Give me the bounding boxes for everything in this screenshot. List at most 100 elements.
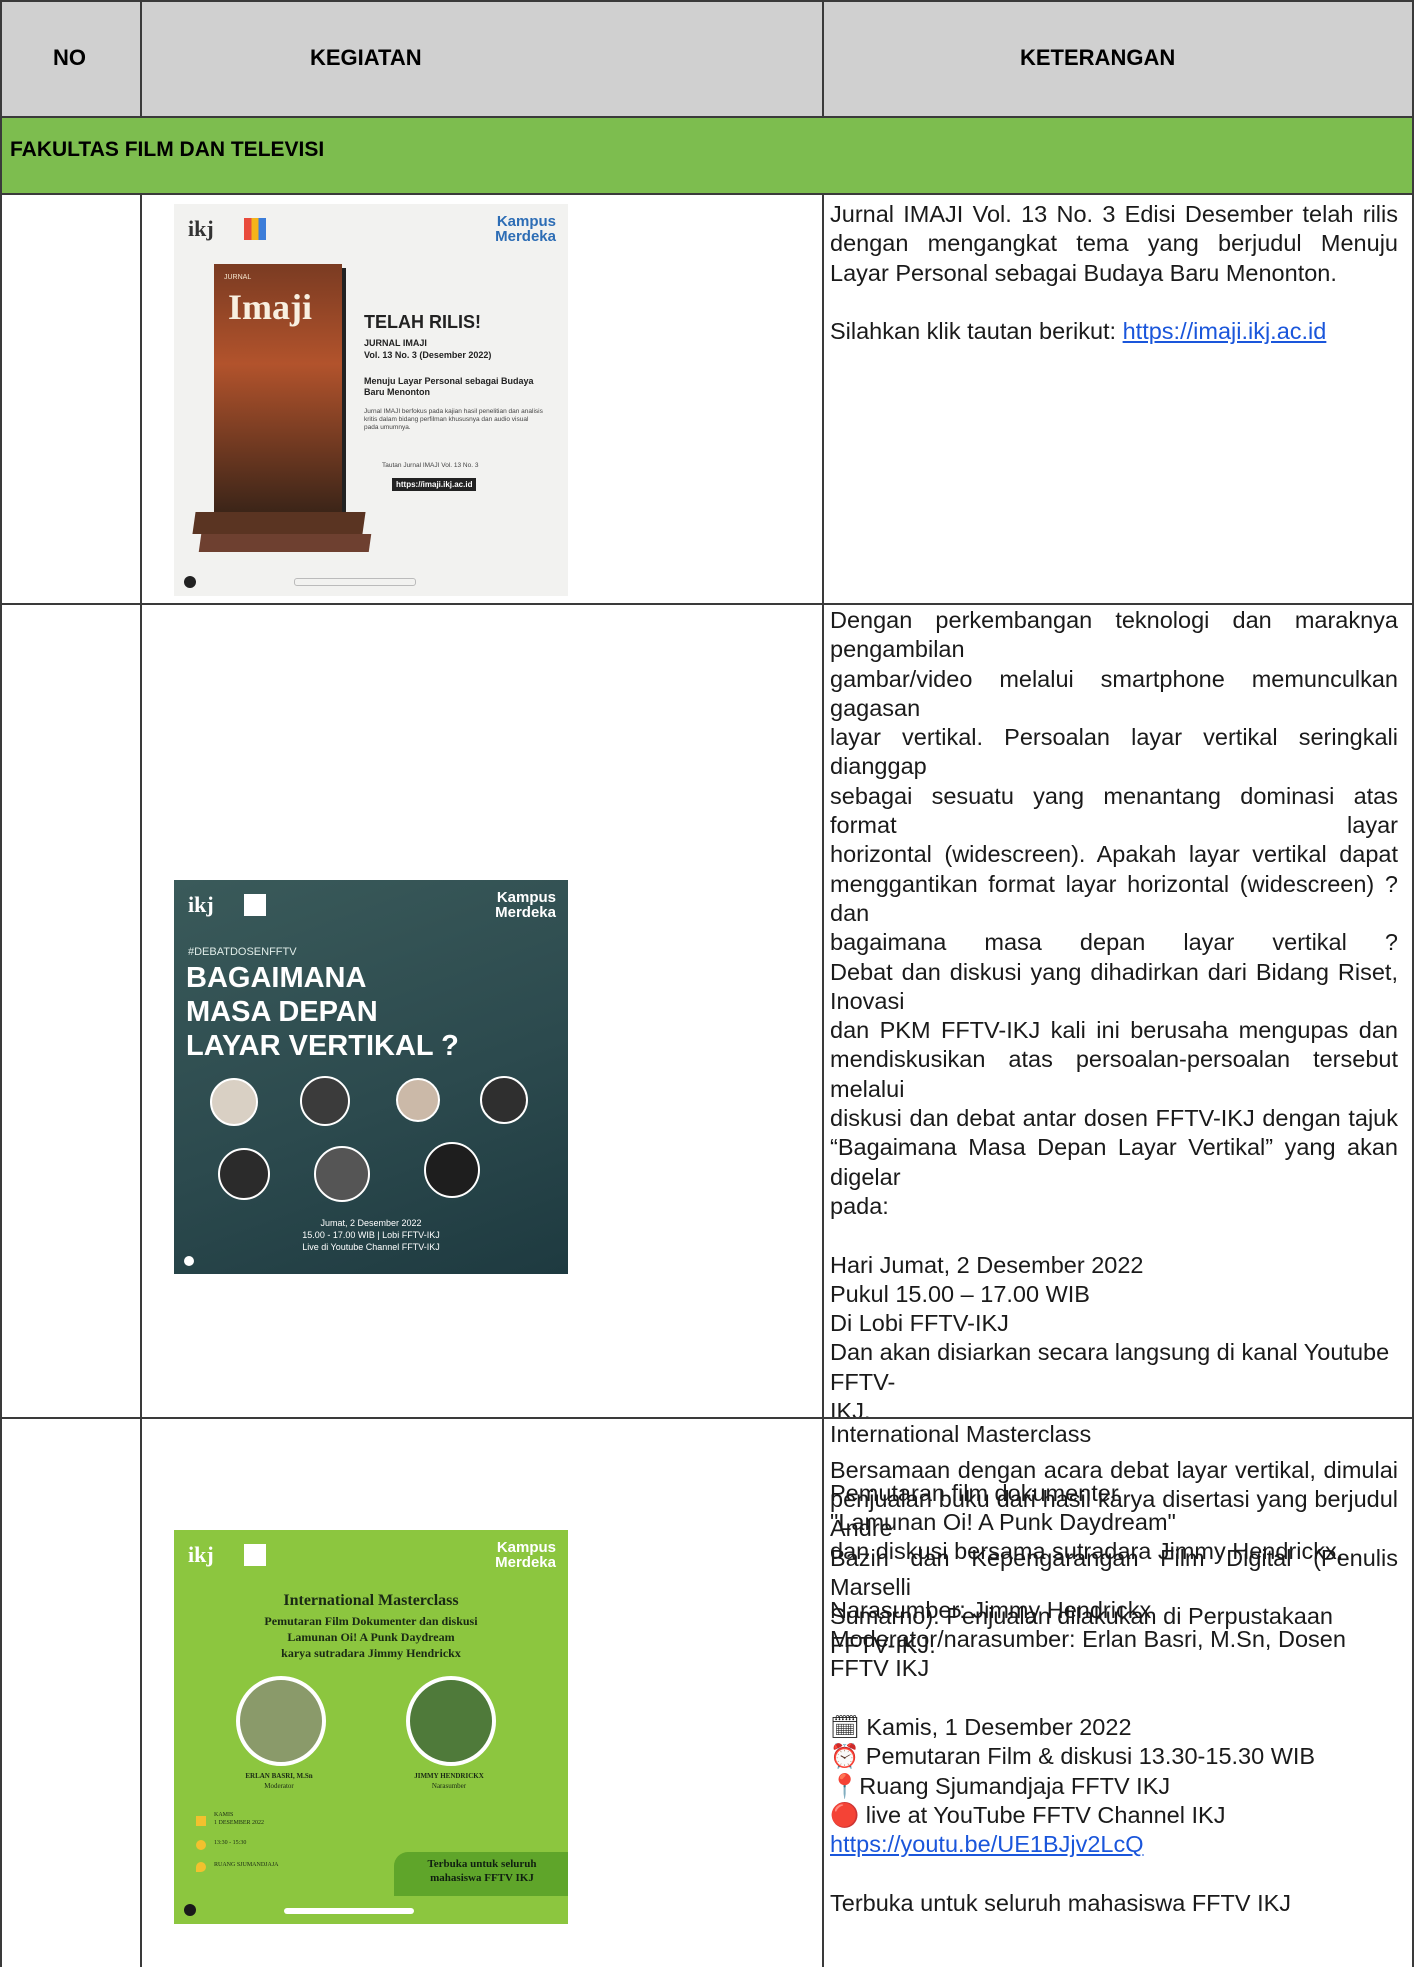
instagram-icon [184, 1904, 196, 1916]
row-divider [0, 0, 1414, 2]
poster-title-line: LAYAR VERTIKAL ? [186, 1030, 459, 1062]
badge-bottom: Merdeka [495, 1554, 556, 1571]
event-date: Jumat, 2 Desember 2022 [320, 1218, 422, 1228]
row-divider [0, 116, 1414, 118]
header-no: NO [53, 45, 86, 70]
speaker-photo [218, 1148, 270, 1200]
poster-sub: Pemutaran Film Dokumenter dan diskusi [264, 1614, 478, 1628]
journal-blurb: Jurnal IMAJI berfokus pada kajian hasil … [364, 408, 543, 431]
event-time: 15.00 - 17.00 WIB | Lobi FFTV-IKJ [302, 1230, 440, 1240]
row3-line: Narasumber: Jimmy Hendrickx [830, 1596, 1152, 1623]
event-time: 13:30 - 15:30 [214, 1840, 247, 1846]
row3-line: Pemutaran film dokumenter [830, 1479, 1119, 1506]
section-title: FAKULTAS FILM DAN TELEVISI [10, 138, 325, 161]
debat-poster: ikj Kampus Merdeka #DEBATDOSENFFTV BAGAI… [174, 880, 568, 1274]
journal-name: JURNAL IMAJI [364, 338, 427, 348]
column-divider [140, 193, 142, 1967]
event-live: Live di Youtube Channel FFTV-IKJ [302, 1242, 440, 1252]
youtube-link[interactable]: https://youtu.be/UE1BJjv2LcQ [830, 1831, 1144, 1857]
tautan-label: Tautan Jurnal IMAJI Vol. 13 No. 3 [382, 462, 479, 469]
badge-top: Kampus [496, 1539, 556, 1556]
row2-line: Dengan perkembangan teknologi dan marakn… [830, 607, 1398, 663]
column-divider [822, 193, 824, 1967]
poster-title-line: BAGAIMANA [186, 962, 367, 994]
schedule-line: Dan akan disiarkan secara langsung di ka… [830, 1339, 1390, 1395]
journal-volume: Vol. 13 No. 3 (Desember 2022) [364, 350, 492, 360]
row1-paragraph: Jurnal IMAJI Vol. 13 No. 3 Edisi Desembe… [830, 201, 1398, 286]
row3-line: ⏰ Pemutaran Film & diskusi 13.30-15.30 W… [830, 1743, 1316, 1770]
row-divider [0, 193, 1414, 195]
column-divider [0, 0, 2, 1967]
row3-description: International Masterclass Pemutaran film… [830, 1420, 1398, 1918]
header-keterangan: KETERANGAN [1020, 45, 1176, 70]
clock-icon [196, 1840, 206, 1850]
journal-small-label: JURNAL [224, 274, 252, 281]
table-header-row [0, 0, 1414, 117]
badge-top: Kampus [496, 213, 556, 230]
speaker-photo [300, 1076, 350, 1126]
speaker-photo [396, 1078, 440, 1122]
row1-link-prefix: Silahkan klik tautan berikut: [830, 318, 1123, 345]
schedule-line: Pukul 15.00 – 17.00 WIB [830, 1280, 1090, 1307]
kampus-merdeka-badge: Kampus Merdeka [495, 1540, 556, 1570]
row2-line: pada: [830, 1192, 889, 1219]
badge-bottom: Merdeka [495, 228, 556, 245]
row3-line: 📍Ruang Sjumandjaja FFTV IKJ [830, 1772, 1171, 1799]
hashtag: #DEBATDOSENFFTV [188, 946, 297, 958]
logo-mark [244, 218, 266, 240]
kampus-merdeka-badge: Kampus Merdeka [495, 890, 556, 920]
column-divider [822, 0, 824, 117]
open-line: mahasiswa FFTV IKJ [430, 1872, 534, 1884]
journal-book: JURNAL Imaji [214, 264, 342, 514]
ikj-logo: ikj [188, 892, 214, 917]
badge-top: Kampus [496, 889, 556, 906]
badge-bottom: Merdeka [495, 904, 556, 921]
event-place: RUANG SJUMANDJAJA [214, 1862, 279, 1868]
kampus-merdeka-badge: Kampus Merdeka [495, 214, 556, 244]
headline: TELAH RILIS! [364, 312, 481, 332]
instagram-icon [184, 576, 196, 588]
book-stack [198, 534, 372, 552]
row-divider [0, 603, 1414, 605]
schedule-line: Hari Jumat, 2 Desember 2022 [830, 1251, 1144, 1278]
speaker-photo [314, 1146, 370, 1202]
row2-line: layar vertikal. Persoalan layar vertikal… [830, 724, 1398, 780]
masterclass-title: International Masterclass [830, 1421, 1092, 1447]
row2-line: sebagai sesuatu yang menantang dominasi … [830, 782, 1398, 839]
speaker-photo [424, 1142, 480, 1198]
speaker-name: JIMMY HENDRICKX [414, 1772, 484, 1780]
open-line: Terbuka untuk seluruh [427, 1858, 537, 1870]
calendar-icon [196, 1816, 206, 1826]
instagram-icon [184, 1256, 194, 1266]
column-divider [140, 0, 142, 117]
row2-line: gambar/video melalui smartphone memuncul… [830, 665, 1398, 721]
imaji-link[interactable]: https://imaji.ikj.ac.id [1123, 318, 1327, 344]
poster-sub: karya sutradara Jimmy Hendrickx [281, 1646, 461, 1660]
speaker-role: Narasumber [431, 1782, 467, 1790]
row2-line: menggantikan format layar horizontal (wi… [830, 870, 1398, 926]
row2-line: bagaimana masa depan layar vertikal ? [830, 929, 1398, 956]
ikj-logo: ikj [188, 216, 214, 241]
speaker-photo [480, 1076, 528, 1124]
row3-line: 🔴 live at YouTube FFTV Channel IKJ [830, 1801, 1226, 1828]
row3-line: Moderator/narasumber: Erlan Basri, M.Sn,… [830, 1626, 1346, 1682]
speaker-photo [406, 1676, 496, 1766]
speaker-name: ERLAN BASRI, M.Sn [245, 1772, 313, 1780]
activity-table: NO KEGIATAN KETERANGAN FAKULTAS FILM DAN… [0, 0, 1414, 1967]
event-date: 1 DESEMBER 2022 [214, 1820, 265, 1826]
row3-line: "Lamunan Oi! A Punk Daydream" [830, 1508, 1176, 1535]
poster-sub: Lamunan Oi! A Punk Daydream [287, 1630, 455, 1644]
row2-line: horizontal (widescreen). Apakah layar ve… [830, 841, 1398, 868]
row2-line: mendiskusikan atas persoalan-persoalan t… [830, 1046, 1398, 1102]
row-divider [0, 1417, 1414, 1419]
logo-mark [244, 894, 266, 916]
schedule-line: Di Lobi FFTV-IKJ [830, 1310, 1009, 1337]
row1-link-line: Silahkan klik tautan berikut: https://im… [830, 317, 1398, 346]
footer-bar [294, 578, 416, 586]
row2-line: “Bagaimana Masa Depan Layar Vertikal” ya… [830, 1134, 1398, 1190]
speaker-role: Moderator [264, 1782, 294, 1790]
header-kegiatan: KEGIATAN [310, 45, 422, 70]
journal-title: Imaji [228, 287, 312, 327]
row1-description: Jurnal IMAJI Vol. 13 No. 3 Edisi Desembe… [830, 200, 1398, 346]
row3-last-line: Terbuka untuk seluruh mahasiswa FFTV IKJ [830, 1889, 1292, 1916]
